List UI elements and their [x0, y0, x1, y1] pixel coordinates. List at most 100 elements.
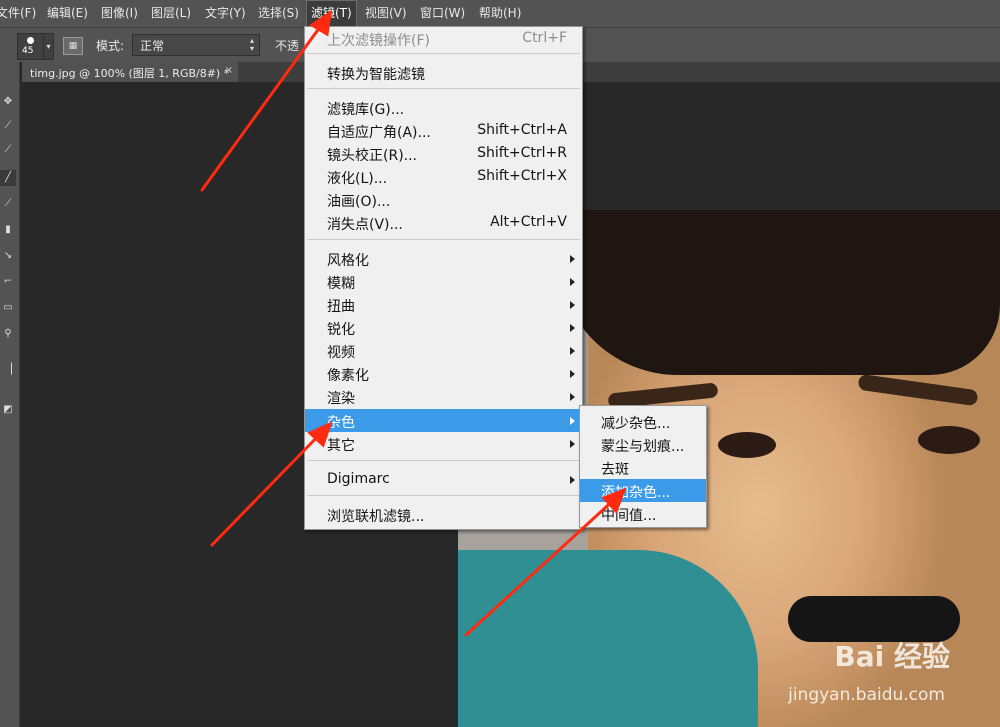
- menu-item-convert-smart-filter[interactable]: 转换为智能滤镜: [305, 61, 582, 84]
- photo-eyebrow-right: [857, 373, 979, 407]
- menu-item-video[interactable]: 视频: [305, 339, 582, 362]
- menu-item-label: 添加杂色...: [601, 485, 671, 501]
- menu-item-label: 上次滤镜操作(F): [327, 33, 430, 49]
- menu-item-label: 去斑: [601, 462, 629, 478]
- menu-filter[interactable]: 滤镜(T): [306, 0, 357, 29]
- filter-menu: 上次滤镜操作(F) Ctrl+F 转换为智能滤镜 滤镜库(G)... 自适应广角…: [304, 26, 583, 530]
- menu-item-adaptive-wide-angle[interactable]: 自适应广角(A)... Shift+Ctrl+A: [305, 119, 582, 142]
- menu-item-label: 转换为智能滤镜: [327, 67, 425, 83]
- menu-item-pixelate[interactable]: 像素化: [305, 362, 582, 385]
- color-swatch-icon[interactable]: ▕: [0, 362, 16, 378]
- menu-item-label: 风格化: [327, 253, 369, 269]
- submenu-arrow-icon: [570, 370, 575, 378]
- menu-item-label: 蒙尘与划痕...: [601, 439, 685, 455]
- noise-submenu: 减少杂色... 蒙尘与划痕... 去斑 添加杂色... 中间值...: [579, 405, 707, 528]
- brush-tip-icon: [27, 37, 34, 44]
- menu-item-label: 锐化: [327, 322, 355, 338]
- menu-item-shortcut: Shift+Ctrl+A: [477, 122, 567, 138]
- submenu-item-add-noise[interactable]: 添加杂色...: [580, 479, 706, 502]
- menu-select[interactable]: 选择(S): [258, 0, 299, 27]
- menu-edit[interactable]: 编辑(E): [47, 0, 88, 27]
- submenu-arrow-icon: [570, 301, 575, 309]
- quick-mask-icon[interactable]: ◩: [0, 402, 16, 418]
- submenu-arrow-icon: [570, 393, 575, 401]
- menu-separator: [307, 460, 580, 461]
- menu-item-label: 模糊: [327, 276, 355, 292]
- menu-file[interactable]: 文件(F): [0, 0, 36, 27]
- menu-item-label: 杂色: [327, 415, 355, 431]
- menu-item-liquify[interactable]: 液化(L)... Shift+Ctrl+X: [305, 165, 582, 188]
- menu-image[interactable]: 图像(I): [101, 0, 138, 27]
- menu-help[interactable]: 帮助(H): [479, 0, 521, 27]
- menu-item-blur[interactable]: 模糊: [305, 270, 582, 293]
- menu-item-digimarc[interactable]: Digimarc: [305, 468, 582, 491]
- menu-item-last-filter: 上次滤镜操作(F) Ctrl+F: [305, 27, 582, 50]
- submenu-item-dust-scratches[interactable]: 蒙尘与划痕...: [580, 433, 706, 456]
- menu-item-filter-gallery[interactable]: 滤镜库(G)...: [305, 96, 582, 119]
- menu-item-sharpen[interactable]: 锐化: [305, 316, 582, 339]
- mode-select[interactable]: 正常 ▴ ▾: [132, 34, 260, 56]
- brush-preset-picker[interactable]: 45: [17, 33, 45, 60]
- document-tab[interactable]: timg.jpg @ 100% (图层 1, RGB/8#) * ×: [22, 62, 238, 82]
- submenu-arrow-icon: [570, 417, 575, 425]
- submenu-item-despeckle[interactable]: 去斑: [580, 456, 706, 479]
- menu-item-label: 消失点(V)...: [327, 217, 403, 233]
- move-icon[interactable]: ✥: [0, 94, 16, 110]
- submenu-item-reduce-noise[interactable]: 减少杂色...: [580, 410, 706, 433]
- menu-item-shortcut: Shift+Ctrl+R: [477, 145, 567, 161]
- submenu-arrow-icon: [570, 324, 575, 332]
- menu-item-label: 滤镜库(G)...: [327, 102, 405, 118]
- menu-item-oil-paint[interactable]: 油画(O)...: [305, 188, 582, 211]
- menu-item-label: 镜头校正(R)...: [327, 148, 418, 164]
- lasso-icon[interactable]: ⟋: [0, 118, 16, 134]
- menu-window[interactable]: 窗口(W): [420, 0, 465, 27]
- menu-item-shortcut: Shift+Ctrl+X: [477, 168, 567, 184]
- menu-item-other[interactable]: 其它: [305, 432, 582, 455]
- pen-icon[interactable]: ⌐: [0, 274, 16, 290]
- menu-item-shortcut: Ctrl+F: [522, 30, 567, 46]
- close-icon[interactable]: ×: [225, 65, 233, 76]
- shape-icon[interactable]: ▭: [0, 300, 16, 316]
- watermark-url: jingyan.baidu.com: [788, 685, 945, 705]
- menu-item-render[interactable]: 渲染: [305, 385, 582, 408]
- menu-view[interactable]: 视图(V): [365, 0, 407, 27]
- menu-item-label: Digimarc: [327, 471, 390, 487]
- document-tab-title: timg.jpg @ 100% (图层 1, RGB/8#) *: [30, 67, 230, 80]
- menu-layer[interactable]: 图层(L): [151, 0, 191, 27]
- submenu-item-median[interactable]: 中间值...: [580, 502, 706, 525]
- menu-item-label: 油画(O)...: [327, 194, 391, 210]
- photo-eye-left: [718, 432, 776, 458]
- menu-item-label: 液化(L)...: [327, 171, 388, 187]
- brush-panel-toggle-icon[interactable]: ▦: [63, 37, 83, 55]
- tools-panel: ✥ ⟋ ⟋ ╱ ⟋ ▮ ↘ ⌐ ▭ ⚲ ▕ ◩: [0, 62, 20, 727]
- menu-item-distort[interactable]: 扭曲: [305, 293, 582, 316]
- menu-item-label: 像素化: [327, 368, 369, 384]
- menu-item-browse-online-filters[interactable]: 浏览联机滤镜...: [305, 503, 582, 526]
- menu-item-shortcut: Alt+Ctrl+V: [490, 214, 567, 230]
- menu-type[interactable]: 文字(Y): [205, 0, 246, 27]
- updown-arrow-icon: ▴ ▾: [249, 36, 254, 53]
- menu-item-label: 视频: [327, 345, 355, 361]
- brush-icon[interactable]: ╱: [0, 170, 16, 186]
- eyedropper-icon[interactable]: ⟋: [0, 142, 16, 158]
- menu-item-label: 减少杂色...: [601, 416, 671, 432]
- menu-item-label: 自适应广角(A)...: [327, 125, 431, 141]
- menu-separator: [307, 495, 580, 496]
- submenu-arrow-icon: [570, 255, 575, 263]
- submenu-arrow-icon: [570, 347, 575, 355]
- menu-item-label: 中间值...: [601, 508, 657, 524]
- baidu-watermark-logo: Bai 经验: [834, 640, 950, 673]
- menu-item-vanishing-point[interactable]: 消失点(V)... Alt+Ctrl+V: [305, 211, 582, 234]
- menu-item-stylize[interactable]: 风格化: [305, 247, 582, 270]
- submenu-arrow-icon: [570, 476, 575, 484]
- dodge-icon[interactable]: ↘: [0, 248, 16, 264]
- menu-item-noise[interactable]: 杂色: [305, 409, 582, 432]
- chevron-down-icon[interactable]: ▾: [43, 33, 54, 60]
- menu-item-lens-correction[interactable]: 镜头校正(R)... Shift+Ctrl+R: [305, 142, 582, 165]
- zoom-icon[interactable]: ⚲: [0, 326, 16, 342]
- submenu-arrow-icon: [570, 440, 575, 448]
- mode-value: 正常: [140, 39, 165, 53]
- eraser-icon[interactable]: ⟋: [0, 196, 16, 212]
- menu-item-label: 浏览联机滤镜...: [327, 509, 425, 525]
- gradient-icon[interactable]: ▮: [0, 222, 16, 238]
